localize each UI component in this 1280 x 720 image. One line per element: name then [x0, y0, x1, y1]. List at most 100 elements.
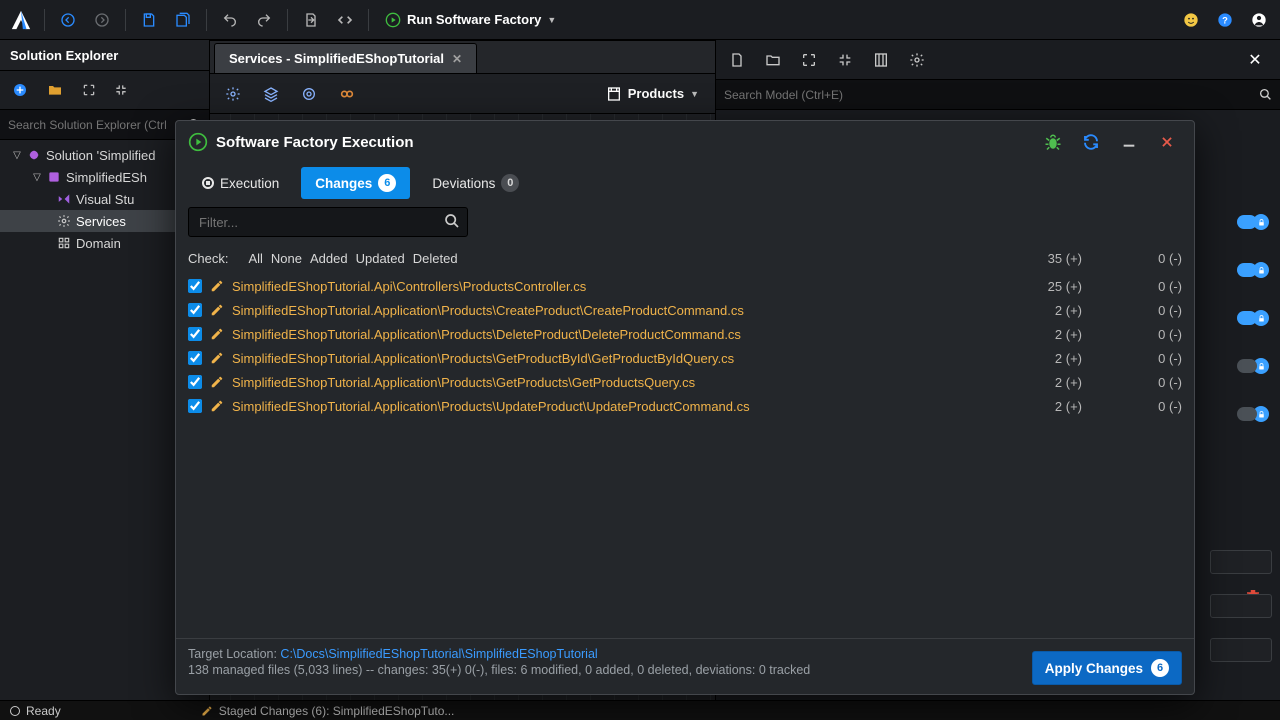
- columns-icon[interactable]: [866, 45, 896, 75]
- refresh-icon[interactable]: [1076, 127, 1106, 157]
- check-added[interactable]: Added: [310, 251, 348, 266]
- cloud-lock-icon[interactable]: [1234, 354, 1272, 378]
- total-added: 35 (+): [1022, 251, 1082, 266]
- settings-icon[interactable]: [902, 45, 932, 75]
- collapse-all-icon[interactable]: [830, 45, 860, 75]
- check-label: Check:: [188, 251, 228, 266]
- collapse-icon[interactable]: [114, 83, 128, 97]
- export-icon[interactable]: [296, 5, 326, 35]
- file-path[interactable]: SimplifiedEShopTutorial.Application\Prod…: [232, 327, 741, 342]
- file-path[interactable]: SimplifiedEShopTutorial.Api\Controllers\…: [232, 279, 586, 294]
- apply-changes-button[interactable]: Apply Changes 6: [1032, 651, 1182, 685]
- file-path[interactable]: SimplifiedEShopTutorial.Application\Prod…: [232, 351, 734, 366]
- add-icon[interactable]: [12, 82, 28, 98]
- removed-count: 0 (-): [1122, 351, 1182, 366]
- editor-tab[interactable]: Services - SimplifiedEShopTutorial ✕: [214, 43, 477, 73]
- modal-title: Software Factory Execution: [216, 134, 414, 151]
- file-row[interactable]: SimplifiedEShopTutorial.Application\Prod…: [176, 394, 1194, 418]
- tab-deviations[interactable]: Deviations0: [418, 167, 533, 199]
- status-staged[interactable]: Staged Changes (6): SimplifiedEShopTuto.…: [191, 704, 465, 718]
- filter-input[interactable]: [188, 207, 468, 237]
- check-all[interactable]: All: [248, 251, 262, 266]
- file-path[interactable]: SimplifiedEShopTutorial.Application\Prod…: [232, 303, 744, 318]
- search-icon[interactable]: [444, 213, 460, 229]
- editor-toolbar: Products ▼: [210, 74, 715, 114]
- added-count: 2 (+): [1022, 375, 1082, 390]
- file-row[interactable]: SimplifiedEShopTutorial.Application\Prod…: [176, 322, 1194, 346]
- smile-icon[interactable]: [1176, 5, 1206, 35]
- run-label: Run Software Factory: [407, 12, 541, 27]
- cloud-lock-icon[interactable]: [1234, 402, 1272, 426]
- added-count: 2 (+): [1022, 399, 1082, 414]
- run-button[interactable]: Run Software Factory ▼: [377, 5, 564, 35]
- caret-down-icon: ▼: [690, 89, 699, 99]
- tab-changes[interactable]: Changes6: [301, 167, 410, 199]
- changes-list: SimplifiedEShopTutorial.Api\Controllers\…: [176, 272, 1194, 638]
- removed-count: 0 (-): [1122, 399, 1182, 414]
- forward-icon[interactable]: [87, 5, 117, 35]
- added-count: 2 (+): [1022, 303, 1082, 318]
- cloud-lock-icon[interactable]: [1234, 306, 1272, 330]
- file-checkbox[interactable]: [188, 279, 202, 293]
- link-icon[interactable]: [330, 79, 364, 109]
- bug-icon[interactable]: [1038, 127, 1068, 157]
- solution-search-input[interactable]: [8, 118, 188, 132]
- tab-execution[interactable]: Execution: [188, 167, 293, 199]
- check-bar: Check: All None Added Updated Deleted 35…: [176, 245, 1194, 272]
- clear-icon[interactable]: ✕: [1240, 45, 1270, 75]
- file-checkbox[interactable]: [188, 327, 202, 341]
- model-search-input[interactable]: [724, 88, 1259, 102]
- panel-toolbar: [0, 70, 209, 110]
- modal-header: Software Factory Execution: [176, 121, 1194, 163]
- empty-slot[interactable]: [1210, 594, 1272, 618]
- close-modal-icon[interactable]: [1152, 127, 1182, 157]
- target-link[interactable]: C:\Docs\SimplifiedEShopTutorial\Simplifi…: [280, 647, 597, 661]
- expand-icon[interactable]: [82, 83, 96, 97]
- tab-strip: Services - SimplifiedEShopTutorial ✕: [210, 40, 715, 74]
- close-tab-icon[interactable]: ✕: [452, 52, 462, 66]
- file-checkbox[interactable]: [188, 375, 202, 389]
- gear-icon[interactable]: [216, 79, 250, 109]
- open-folder-icon[interactable]: [46, 82, 64, 98]
- minimize-icon[interactable]: [1114, 127, 1144, 157]
- file-checkbox[interactable]: [188, 399, 202, 413]
- file-row[interactable]: SimplifiedEShopTutorial.Application\Prod…: [176, 370, 1194, 394]
- ring-icon[interactable]: [292, 79, 326, 109]
- pencil-icon: [210, 279, 224, 293]
- status-bar: Ready Staged Changes (6): SimplifiedESho…: [0, 700, 1280, 720]
- cloud-lock-icon[interactable]: [1234, 258, 1272, 282]
- check-updated[interactable]: Updated: [356, 251, 405, 266]
- user-icon[interactable]: [1244, 5, 1274, 35]
- file-path[interactable]: SimplifiedEShopTutorial.Application\Prod…: [232, 375, 695, 390]
- help-icon[interactable]: ?: [1210, 5, 1240, 35]
- file-row[interactable]: SimplifiedEShopTutorial.Api\Controllers\…: [176, 274, 1194, 298]
- status-ready: Ready: [0, 704, 71, 718]
- file-row[interactable]: SimplifiedEShopTutorial.Application\Prod…: [176, 346, 1194, 370]
- scope-dropdown[interactable]: Products ▼: [596, 79, 709, 109]
- empty-slot[interactable]: [1210, 638, 1272, 662]
- caret-down-icon: ▼: [547, 15, 556, 25]
- pencil-icon: [210, 351, 224, 365]
- save-all-icon[interactable]: [168, 5, 198, 35]
- save-icon[interactable]: [134, 5, 164, 35]
- file-checkbox[interactable]: [188, 351, 202, 365]
- redo-icon[interactable]: [249, 5, 279, 35]
- check-deleted[interactable]: Deleted: [413, 251, 458, 266]
- check-none[interactable]: None: [271, 251, 302, 266]
- file-path[interactable]: SimplifiedEShopTutorial.Application\Prod…: [232, 399, 750, 414]
- pencil-icon: [210, 303, 224, 317]
- empty-slot[interactable]: [1210, 550, 1272, 574]
- app-logo[interactable]: [6, 5, 36, 35]
- undo-icon[interactable]: [215, 5, 245, 35]
- file-row[interactable]: SimplifiedEShopTutorial.Application\Prod…: [176, 298, 1194, 322]
- code-icon[interactable]: [330, 5, 360, 35]
- right-toolbar: ✕: [716, 40, 1280, 80]
- folder-icon[interactable]: [758, 45, 788, 75]
- layers-icon[interactable]: [254, 79, 288, 109]
- file-checkbox[interactable]: [188, 303, 202, 317]
- cloud-lock-icon[interactable]: [1234, 210, 1272, 234]
- back-icon[interactable]: [53, 5, 83, 35]
- expand-all-icon[interactable]: [794, 45, 824, 75]
- file-icon[interactable]: [722, 45, 752, 75]
- search-icon[interactable]: [1259, 88, 1272, 101]
